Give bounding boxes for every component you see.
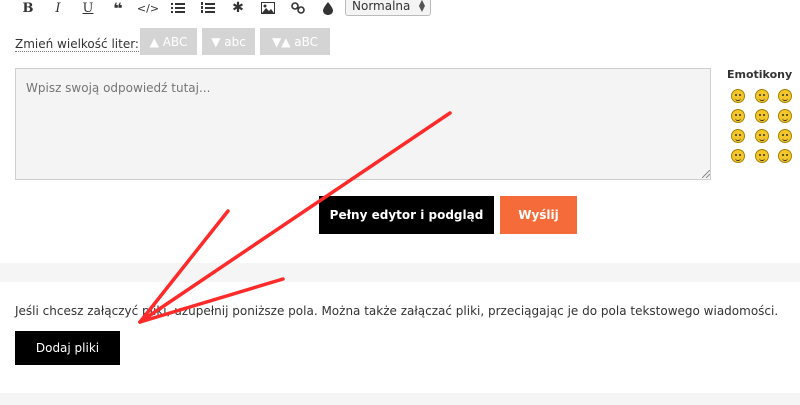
emoticon-sad-icon[interactable] [778, 109, 792, 123]
numbered-list-button[interactable] [196, 0, 220, 16]
editor-toolbar: B I U ❝ </> ✱ Normalna ▲ ▼ [0, 0, 800, 20]
bold-button[interactable]: B [16, 0, 40, 16]
full-editor-button[interactable]: Pełny edytor i podgląd [319, 196, 494, 234]
reply-textarea[interactable] [15, 68, 711, 180]
emoticon-grin-icon[interactable] [731, 109, 745, 123]
numbered-list-icon [201, 2, 215, 13]
italic-button[interactable]: I [46, 0, 70, 16]
emoticon-frown-icon[interactable] [778, 129, 792, 143]
quote-icon: ❝ [113, 0, 123, 18]
font-size-select[interactable]: Normalna ▲ ▼ [345, 0, 431, 16]
emoticon-wink-icon[interactable] [755, 89, 769, 103]
full-editor-label: Pełny edytor i podgląd [329, 208, 484, 222]
emoticon-laugh-icon[interactable] [755, 109, 769, 123]
link-button[interactable] [286, 0, 310, 16]
image-icon [261, 2, 275, 14]
asterisk-button[interactable]: ✱ [226, 0, 250, 16]
bullet-list-icon [171, 3, 185, 13]
emoticons-title: Emotikony [727, 68, 793, 81]
add-files-label: Dodaj pliki [35, 341, 100, 355]
underline-icon: U [82, 0, 94, 16]
uppercase-button[interactable]: ▲ ABC [140, 28, 197, 55]
emoticon-exclamation-icon[interactable] [755, 149, 769, 163]
emoticon-smile-icon[interactable] [731, 89, 745, 103]
emoticon-question-icon[interactable] [778, 149, 792, 163]
toggle-case-label: ▼▲ aBC [271, 34, 319, 49]
color-button[interactable] [316, 0, 340, 16]
attachments-info: Jeśli chcesz załączyć pliki, uzupełnij p… [15, 304, 779, 318]
select-arrows-icon: ▲ ▼ [418, 0, 425, 13]
image-button[interactable] [256, 0, 280, 16]
drop-icon [323, 1, 333, 15]
case-change-label: Zmień wielkość liter: [15, 37, 139, 52]
font-size-value: Normalna [352, 0, 411, 13]
section-divider [0, 263, 800, 282]
bold-icon: B [22, 0, 34, 16]
code-icon: </> [136, 1, 160, 15]
uppercase-label: ▲ ABC [149, 34, 188, 49]
send-button[interactable]: Wyślij [500, 196, 577, 234]
link-icon [291, 2, 305, 14]
asterisk-icon: ✱ [232, 0, 244, 16]
italic-icon: I [55, 0, 61, 16]
underline-button[interactable]: U [76, 0, 100, 16]
resize-grip-icon[interactable] [702, 170, 710, 178]
toggle-case-button[interactable]: ▼▲ aBC [260, 28, 330, 55]
section-divider-bottom [0, 393, 800, 405]
add-files-button[interactable]: Dodaj pliki [15, 331, 120, 365]
lowercase-label: ▼ abc [211, 34, 246, 49]
emoticon-angry-icon[interactable] [731, 129, 745, 143]
send-label: Wyślij [518, 208, 559, 222]
quote-button[interactable]: ❝ [106, 0, 130, 18]
code-button[interactable]: </> [136, 0, 160, 16]
lowercase-button[interactable]: ▼ abc [202, 28, 255, 55]
emoticon-shocked-icon[interactable] [755, 129, 769, 143]
bullet-list-button[interactable] [166, 0, 190, 16]
emoticon-cool-icon[interactable] [731, 149, 745, 163]
emoticon-confused-icon[interactable] [778, 89, 792, 103]
